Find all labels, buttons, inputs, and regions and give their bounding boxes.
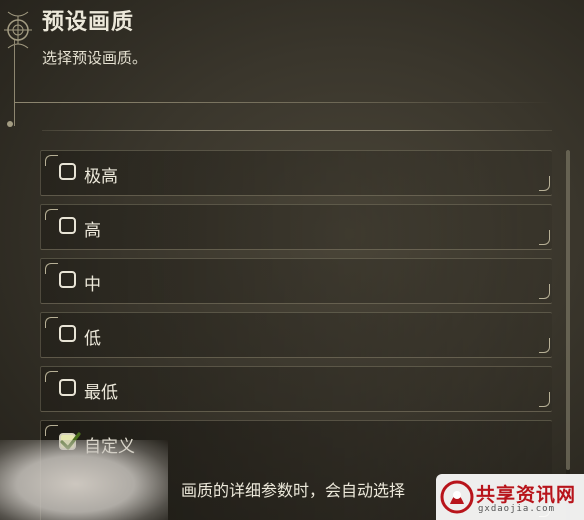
option-label: 低: [84, 329, 101, 349]
checkbox-empty-icon[interactable]: [59, 217, 76, 234]
checkbox-empty-icon[interactable]: [59, 271, 76, 288]
watermark-logo-icon: [440, 480, 474, 514]
option-label: 中: [84, 275, 101, 295]
checkbox-empty-icon[interactable]: [59, 379, 76, 396]
watermark-url: gxdaojia.com: [478, 504, 556, 514]
frame-vertical-line: [14, 40, 15, 126]
option-label: 高: [84, 221, 101, 241]
ornate-corner-icon: [4, 11, 32, 127]
option-high[interactable]: 高: [40, 204, 552, 250]
option-label: 最低: [84, 383, 118, 403]
header-divider: [42, 130, 552, 131]
option-lowest[interactable]: 最低: [40, 366, 552, 412]
page-title: 预设画质: [42, 10, 135, 35]
option-label: 极高: [84, 167, 118, 187]
blurred-region: [0, 440, 168, 520]
watermark-text: 共享资讯网: [476, 484, 577, 506]
frame-horizontal-line: [14, 102, 554, 103]
watermark: 共享资讯网 gxdaojia.com: [436, 474, 584, 520]
checkbox-empty-icon[interactable]: [59, 325, 76, 342]
page-subtitle: 选择预设画质。: [42, 49, 148, 67]
option-low[interactable]: 低: [40, 312, 552, 358]
settings-panel: 预设画质 选择预设画质。 极高 高 中 低 最低 画质的详细参数时，会自动选择 …: [0, 0, 584, 520]
scrollbar-thumb[interactable]: [566, 150, 570, 470]
option-ultra[interactable]: 极高: [40, 150, 552, 196]
checkbox-empty-icon[interactable]: [59, 163, 76, 180]
option-medium[interactable]: 中: [40, 258, 552, 304]
